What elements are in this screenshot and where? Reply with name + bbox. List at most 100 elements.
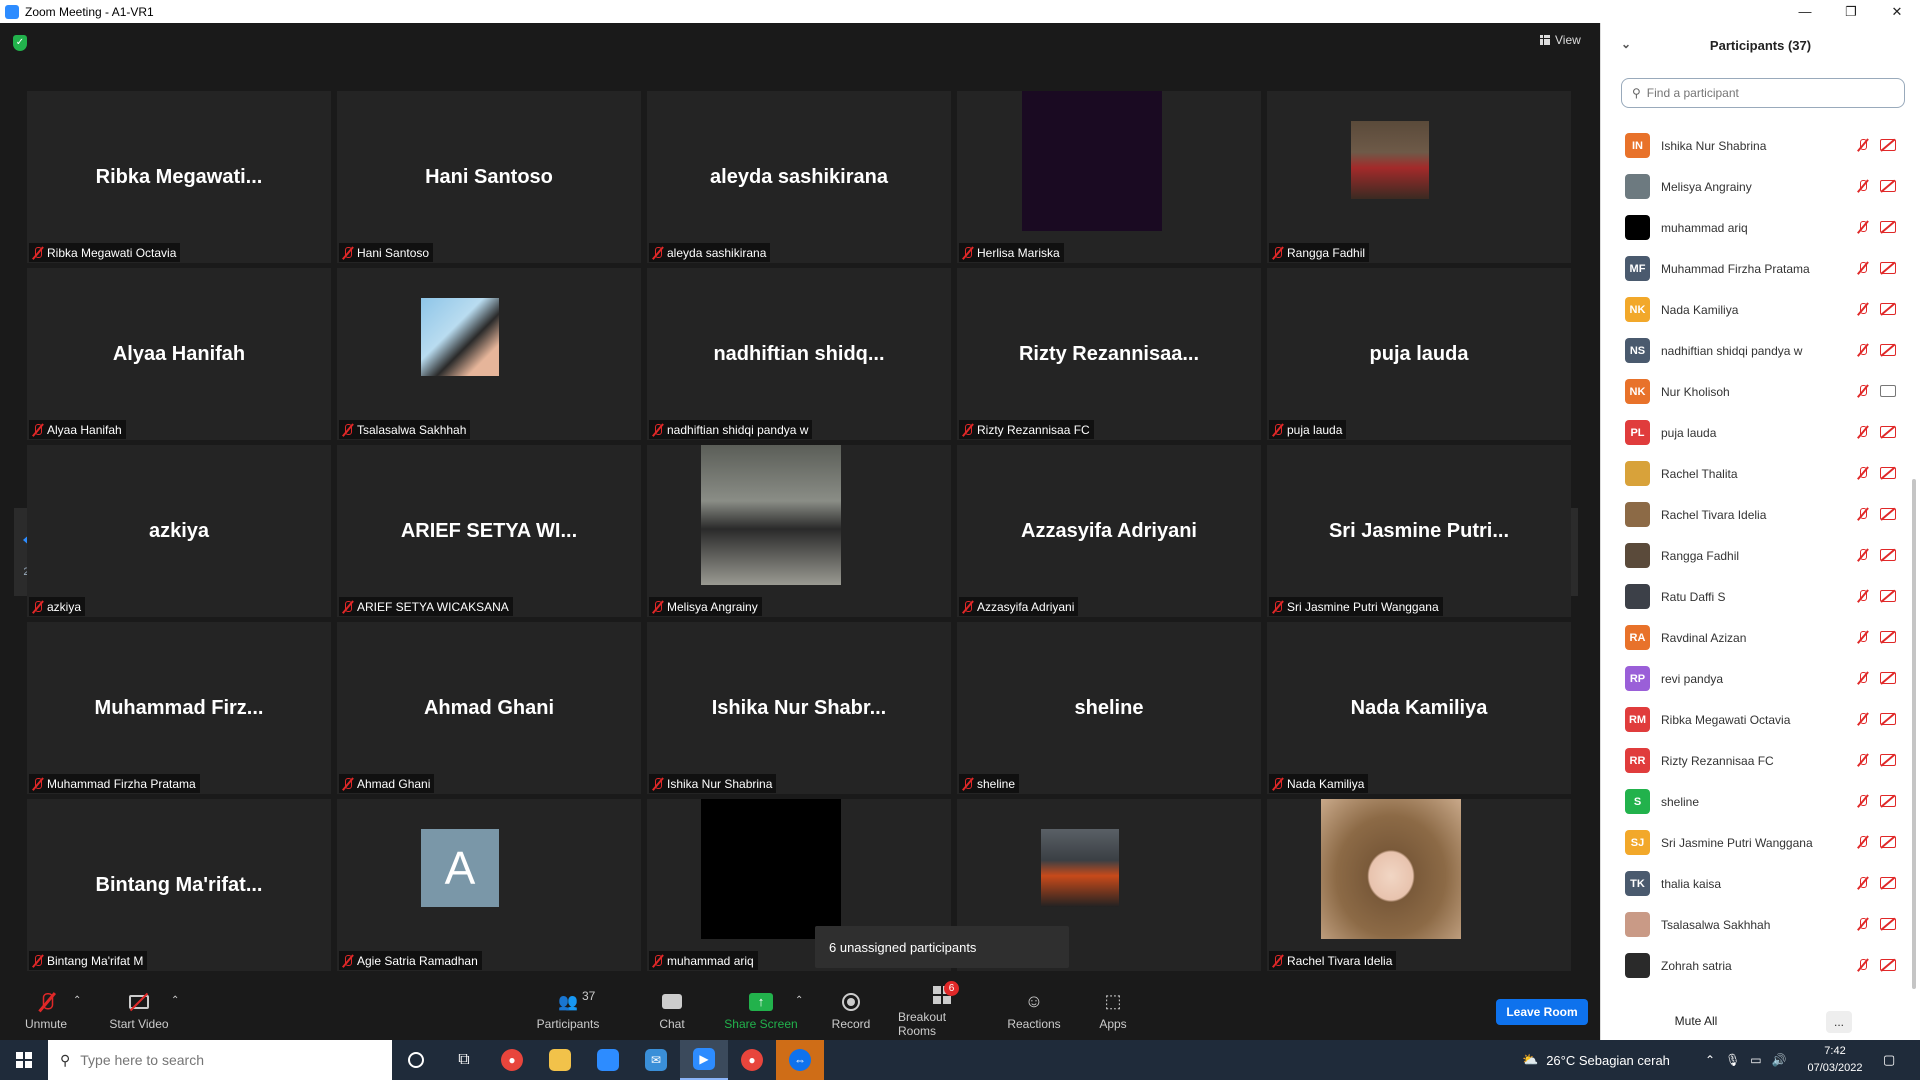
participant-row[interactable]: NK Nada Kamiliya xyxy=(1601,289,1911,330)
video-tile[interactable]: Rangga Fadhil xyxy=(1267,91,1571,263)
mic-muted-icon[interactable] xyxy=(1856,753,1869,767)
participant-row[interactable]: NS nadhiftian shidqi pandya w xyxy=(1601,330,1911,371)
video-tile[interactable]: Bintang Ma'rifat... Bintang Ma'rifat M xyxy=(27,799,331,971)
participant-row[interactable]: RP revi pandya xyxy=(1601,658,1911,699)
view-button[interactable]: View xyxy=(1540,33,1581,47)
unassigned-participants-toast[interactable]: 6 unassigned participants xyxy=(815,926,1069,968)
mic-muted-icon[interactable] xyxy=(1856,548,1869,562)
video-tile[interactable]: Herlisa Mariska xyxy=(957,91,1261,263)
participant-row[interactable]: Rachel Tivara Idelia xyxy=(1601,494,1911,535)
security-shield-icon[interactable]: ✓ xyxy=(13,35,27,51)
mute-all-button[interactable]: Mute All xyxy=(1653,1008,1739,1034)
video-tile[interactable]: aleyda sashikirana aleyda sashikirana xyxy=(647,91,951,263)
minimize-button[interactable]: — xyxy=(1782,0,1828,23)
network-icon[interactable]: ▭ xyxy=(1750,1053,1761,1067)
participant-row[interactable]: RA Ravdinal Azizan xyxy=(1601,617,1911,658)
video-off-icon[interactable] xyxy=(1880,795,1896,807)
share-screen-button[interactable]: ↑ Share Screen xyxy=(724,981,798,1040)
zoom-app[interactable]: ▶ xyxy=(680,1040,728,1080)
participant-search-input[interactable] xyxy=(1646,86,1877,100)
video-tile[interactable]: Melisya Angrainy xyxy=(647,445,951,617)
video-off-icon[interactable] xyxy=(1880,754,1896,766)
participant-row[interactable]: MF Muhammad Firzha Pratama xyxy=(1601,248,1911,289)
video-tile[interactable]: Azzasyifa Adriyani Azzasyifa Adriyani xyxy=(957,445,1261,617)
video-off-icon[interactable] xyxy=(1880,180,1896,192)
video-off-icon[interactable] xyxy=(1880,836,1896,848)
mic-muted-icon[interactable] xyxy=(1856,507,1869,521)
mic-muted-icon[interactable] xyxy=(1856,179,1869,193)
participant-list-scrollbar[interactable] xyxy=(1911,119,1917,999)
mic-muted-icon[interactable] xyxy=(1856,835,1869,849)
participant-row[interactable]: SJ Sri Jasmine Putri Wanggana xyxy=(1601,822,1911,863)
close-button[interactable]: ✕ xyxy=(1874,0,1920,23)
participant-row[interactable]: RM Ribka Megawati Octavia xyxy=(1601,699,1911,740)
video-off-icon[interactable] xyxy=(1880,590,1896,602)
unmute-button[interactable]: Unmute xyxy=(22,981,70,1040)
participant-row[interactable]: NK Nur Kholisoh xyxy=(1601,371,1911,412)
leave-room-button[interactable]: Leave Room xyxy=(1496,999,1588,1025)
share-options-caret-icon[interactable]: ⌃ xyxy=(795,995,803,1006)
reactions-button[interactable]: ☺ Reactions xyxy=(1006,981,1062,1040)
mic-muted-icon[interactable] xyxy=(1856,958,1869,972)
video-tile[interactable]: Rizty Rezannisaa... Rizty Rezannisaa FC xyxy=(957,268,1261,440)
mic-muted-icon[interactable] xyxy=(1856,138,1869,152)
video-tile[interactable]: Sri Jasmine Putri... Sri Jasmine Putri Wa… xyxy=(1267,445,1571,617)
start-button[interactable] xyxy=(0,1040,48,1080)
video-tile[interactable]: nadhiftian shidq... nadhiftian shidqi pan… xyxy=(647,268,951,440)
participant-row[interactable]: Rachel Thalita xyxy=(1601,453,1911,494)
file-explorer-app[interactable] xyxy=(536,1040,584,1080)
start-video-button[interactable]: Start Video xyxy=(105,981,173,1040)
notifications-button[interactable]: ▢ xyxy=(1883,1040,1895,1080)
more-options-button[interactable]: ... xyxy=(1826,1011,1852,1033)
mic-muted-icon[interactable] xyxy=(1856,876,1869,890)
record-button[interactable]: Record xyxy=(827,981,875,1040)
mail-app[interactable]: ✉ xyxy=(632,1040,680,1080)
apps-button[interactable]: ⬚ Apps xyxy=(1098,981,1128,1040)
weather-widget[interactable]: ⛅ 26°C Sebagian cerah xyxy=(1522,1040,1670,1080)
participant-search-field[interactable]: ⚲ xyxy=(1621,78,1905,108)
mic-muted-icon[interactable] xyxy=(1856,712,1869,726)
participants-button[interactable]: 👥 37 Participants xyxy=(534,981,602,1040)
video-off-icon[interactable] xyxy=(1880,959,1896,971)
video-off-icon[interactable] xyxy=(1880,139,1896,151)
participant-row[interactable]: Zohrah satria xyxy=(1601,945,1911,986)
mic-muted-icon[interactable] xyxy=(1856,671,1869,685)
video-off-icon[interactable] xyxy=(1880,918,1896,930)
mic-muted-icon[interactable] xyxy=(1856,466,1869,480)
participant-row[interactable]: Ratu Daffi S xyxy=(1601,576,1911,617)
video-tile[interactable]: Ishika Nur Shabr... Ishika Nur Shabrina xyxy=(647,622,951,794)
mic-muted-icon[interactable] xyxy=(1856,261,1869,275)
mic-muted-icon[interactable] xyxy=(1856,220,1869,234)
participant-row[interactable]: Tsalasalwa Sakhhah xyxy=(1601,904,1911,945)
video-options-caret-icon[interactable]: ⌃ xyxy=(171,995,179,1006)
mic-muted-icon[interactable] xyxy=(1856,302,1869,316)
video-tile[interactable]: Nada Kamiliya Nada Kamiliya xyxy=(1267,622,1571,794)
mic-muted-icon[interactable] xyxy=(1856,589,1869,603)
collapse-panel-chevron-icon[interactable]: ⌄ xyxy=(1621,37,1631,51)
participant-row[interactable]: Rangga Fadhil xyxy=(1601,535,1911,576)
video-tile[interactable]: azkiya azkiya xyxy=(27,445,331,617)
mic-muted-icon[interactable] xyxy=(1856,917,1869,931)
tray-expand-icon[interactable]: ⌃ xyxy=(1705,1053,1715,1067)
video-off-icon[interactable] xyxy=(1880,713,1896,725)
video-off-icon[interactable] xyxy=(1880,303,1896,315)
video-tile[interactable]: Hani Santoso Hani Santoso xyxy=(337,91,641,263)
chat-button[interactable]: Chat xyxy=(652,981,692,1040)
mic-muted-icon[interactable] xyxy=(1856,384,1869,398)
mic-muted-icon[interactable] xyxy=(1856,630,1869,644)
volume-icon[interactable]: 🔊 xyxy=(1772,1053,1787,1067)
cortana-button[interactable] xyxy=(392,1040,440,1080)
participant-row[interactable]: TK thalia kaisa xyxy=(1601,863,1911,904)
participant-row[interactable]: Ssheline xyxy=(1601,781,1911,822)
video-tile[interactable]: Ahmad Ghani Ahmad Ghani xyxy=(337,622,641,794)
audio-options-caret-icon[interactable]: ⌃ xyxy=(73,995,81,1006)
mic-muted-icon[interactable] xyxy=(1856,343,1869,357)
video-tile[interactable]: Rachel Tivara Idelia xyxy=(1267,799,1571,971)
video-off-icon[interactable] xyxy=(1880,631,1896,643)
participant-row[interactable]: RR Rizty Rezannisaa FC xyxy=(1601,740,1911,781)
breakout-rooms-button[interactable]: 6 Breakout Rooms xyxy=(898,980,986,1040)
store-app[interactable] xyxy=(584,1040,632,1080)
video-on-icon[interactable] xyxy=(1880,385,1896,397)
video-tile[interactable]: Alyaa Hanifah Alyaa Hanifah xyxy=(27,268,331,440)
video-off-icon[interactable] xyxy=(1880,508,1896,520)
